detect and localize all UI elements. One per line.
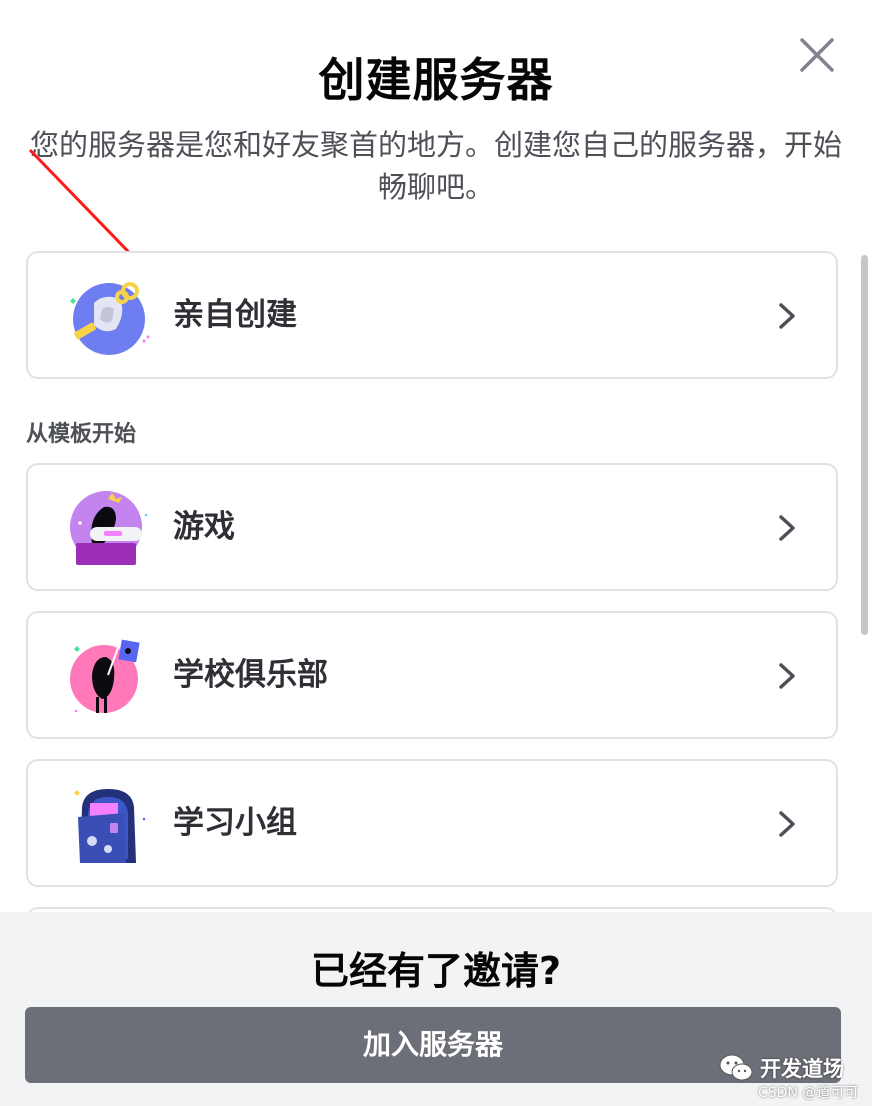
watermark: 开发道场 [718,1052,844,1084]
scrollbar-thumb[interactable] [861,255,868,635]
template-option-school-club[interactable]: 学校俱乐部 [26,611,838,739]
template-option-study-group[interactable]: 学习小组 [26,759,838,887]
template-section-label: 从模板开始 [26,422,137,447]
gaming-illustration [70,491,148,565]
template-label-gaming: 游戏 [173,509,235,545]
create-server-illustration [70,282,150,355]
chevron-right-icon [779,515,795,541]
template-label-study-group: 学习小组 [173,805,297,841]
dialog-title: 创建服务器 [318,53,554,107]
chevron-right-icon [779,303,795,329]
create-own-label: 亲自创建 [173,297,297,333]
footer-title: 已经有了邀请? [310,949,562,993]
watermark-channel: 开发道场 [760,1057,844,1081]
wechat-icon [719,1054,753,1081]
school-club-illustration [70,636,140,713]
dialog-subtitle: 您的服务器是您和好友聚首的地方。创建您自己的服务器，开始畅聊吧。 [30,128,843,204]
template-label-school-club: 学校俱乐部 [173,657,328,693]
create-own-option[interactable]: 亲自创建 [26,251,838,379]
watermark-source: CSDN @道可可 [758,1085,859,1101]
chevron-right-icon [779,663,795,689]
chevron-right-icon [779,811,795,837]
template-option-gaming[interactable]: 游戏 [26,463,838,591]
study-group-illustration [74,789,146,863]
